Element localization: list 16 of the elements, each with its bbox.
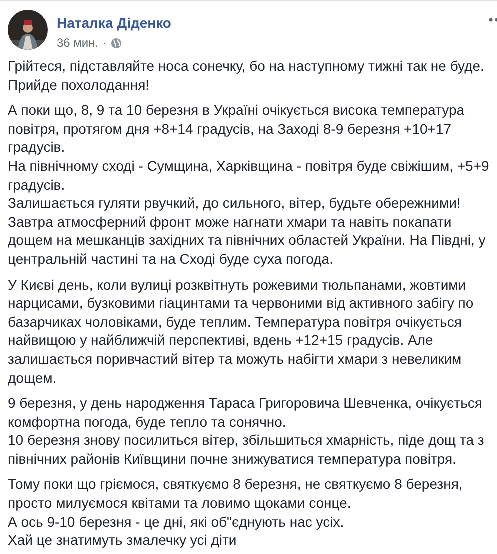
post-text: Хай це знатимуть змалечку усі діти (8, 531, 238, 550)
post-text: Залишається гуляти рвучкий, до сильного, вітер, будьте обережними! (8, 194, 462, 213)
post-text: Завтра атмосферний фронт може нагнати хмари та навіть покапати дощем на мешканців західних та північних областей України. На Півдні, у центральній частині та на Сході буде суха погода. (8, 212, 487, 269)
post-time[interactable]: 36 мин. (57, 35, 99, 51)
post-text: Грійтеся, підставляйте носа сонечку, бо на наступному тижні так не буде. Прийде похолодання! (8, 57, 486, 94)
separator: · (102, 35, 107, 51)
post-text: 10 березня знову посилиться вітер, збільшиться хмарність, піде дощ та з північних районів Київщини почне знижуватися температура повітря. (8, 431, 486, 468)
author-name[interactable]: Наталка Діденко (57, 14, 172, 32)
post-text: У Києві день, коли вулиці розквітнуть рожевими тюльпанами, жовтими нарцисами, бузковими гіацинтами та червоними від активного забігу по базарчиках чоловіками, буде теплим. Температура повітря очікується найвищою у найближчій перспективі, вдень +12+15 градусів. Але залишається поривчастий вітер та можуть набігти хмари з невеликим дощем. (8, 276, 475, 388)
post-text: 9 березня, у день народження Тараса Григоровича Шевченка, очікується комфортна погода, буде тепло та сонячно. (8, 394, 484, 432)
post-text: На північному сході - Сумщина, Харківщина - повітря буде свіжішим, +5+9 градусів. (8, 156, 490, 194)
globe-icon[interactable] (110, 38, 122, 48)
post-text: Тому поки що гріємося, святкуємо 8 березня, не святкуємо 8 березня, просто милуємося квітами та ловимо щоками сонце. (8, 475, 464, 513)
avatar[interactable] (8, 10, 48, 50)
post-text: А поки що, 8, 9 та 10 березня в Україні очікується висока температура повітря, протягом дня +8+14 градусів, на Заході 8-9 березня +10+17 градусів. (8, 101, 466, 157)
post-text: А ось 9-10 березня - це дні, які об"єднують нас усіх. (8, 512, 346, 532)
